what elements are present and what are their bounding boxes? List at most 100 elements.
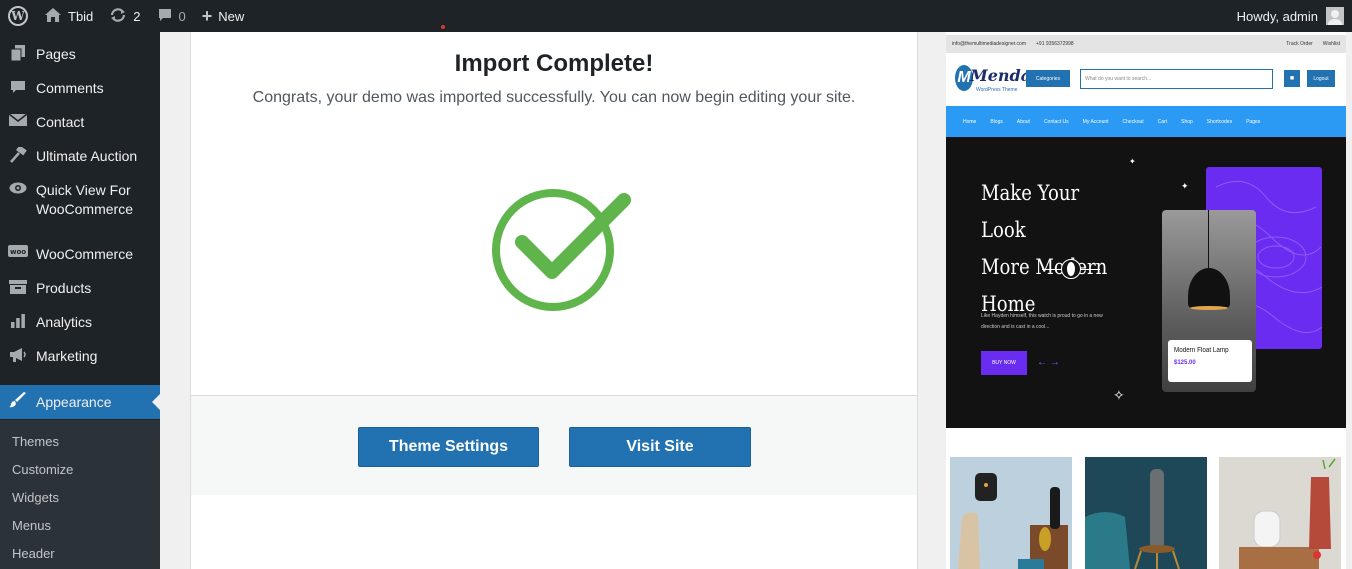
- sidebar-item-label: WooCommerce: [36, 246, 133, 262]
- preview-nav-item: Shop: [1181, 118, 1193, 125]
- comments-menu[interactable]: 0: [149, 0, 194, 32]
- new-content-menu[interactable]: + New: [194, 0, 253, 32]
- moon-icon: [1061, 259, 1081, 279]
- plus-icon: +: [201, 5, 213, 26]
- hammer-icon: [0, 145, 36, 168]
- comments-icon: [0, 79, 36, 100]
- preview-nav: Home Blogs About Contact Us My Account C…: [946, 106, 1346, 137]
- my-account-menu[interactable]: Howdy, admin: [1237, 0, 1352, 32]
- preview-topbar: info@themultimediadesigner.com +91 93563…: [946, 35, 1346, 53]
- product-thumbnail: [1085, 457, 1207, 569]
- sidebar-item-quick-view[interactable]: Quick View For WooCommerce: [0, 181, 160, 219]
- cart-icon: ■: [1284, 70, 1300, 87]
- avatar: [1326, 7, 1344, 25]
- site-name-menu[interactable]: Tbid: [36, 0, 101, 32]
- product-name: Modern Float Lamp: [1174, 347, 1229, 354]
- comments-count: 0: [178, 8, 186, 24]
- sidebar-item-label: Marketing: [36, 348, 98, 364]
- preview-logo-sub: WordPress Theme: [976, 87, 1018, 93]
- paintbrush-icon: [0, 391, 36, 413]
- sidebar-item-contact[interactable]: Contact: [0, 113, 160, 132]
- sidebar-item-label: Quick View For WooCommerce: [36, 182, 133, 217]
- site-name: Tbid: [68, 8, 94, 24]
- preview-nav-item: Blogs: [990, 118, 1003, 125]
- preview-logo-text: Menda: [970, 66, 1032, 85]
- sidebar-item-label: Contact: [36, 114, 85, 130]
- sidebar-item-label: Appearance: [36, 393, 112, 410]
- comment-bubble-icon: [157, 7, 173, 26]
- preview-email: info@themultimediadesigner.com: [952, 41, 1027, 47]
- sidebar-item-products[interactable]: Products: [0, 279, 160, 300]
- page-title: Import Complete!: [454, 50, 654, 77]
- wordpress-logo-menu[interactable]: W: [0, 0, 36, 32]
- preview-search: What do you want to search...: [1080, 69, 1273, 89]
- home-icon: [44, 7, 62, 26]
- bar-chart-icon: [0, 313, 36, 334]
- sparkle-icon: ✦: [1129, 157, 1136, 166]
- mail-icon: [0, 113, 36, 132]
- product-thumbnail: [950, 457, 1072, 569]
- buy-now-button: BUY NOW: [981, 351, 1027, 375]
- submenu-item-menus[interactable]: Menus: [12, 518, 51, 533]
- preview-nav-item: My Account: [1082, 118, 1109, 125]
- pages-icon: [0, 45, 36, 66]
- preview-track-order: Track Order: [1286, 41, 1313, 47]
- sidebar-item-comments[interactable]: Comments: [0, 79, 160, 100]
- sidebar-item-marketing[interactable]: Marketing: [0, 347, 160, 368]
- product-tag: Modern Float Lamp $125.00: [1168, 340, 1252, 382]
- howdy-text: Howdy, admin: [1236, 8, 1318, 24]
- sidebar-item-woocommerce[interactable]: woo WooCommerce: [0, 245, 160, 264]
- admin-sidebar: Pages Comments Contact Ultimate Auction …: [0, 32, 160, 569]
- archive-icon: [0, 279, 36, 300]
- eye-icon: [0, 181, 36, 199]
- hero-heading-line: More Modern: [981, 255, 1108, 279]
- preview-nav-item: Contact Us: [1043, 118, 1069, 125]
- preview-nav-item: Cart: [1157, 118, 1168, 125]
- new-label: New: [218, 8, 245, 24]
- preview-nav-item: Pages: [1246, 118, 1261, 125]
- page-subtitle: Congrats, your demo was imported success…: [252, 89, 856, 106]
- actions-area: Theme Settings Visit Site: [191, 395, 917, 495]
- sidebar-item-label: Ultimate Auction: [36, 148, 138, 164]
- preview-categories-button: Categories: [1026, 70, 1070, 87]
- theme-settings-button[interactable]: Theme Settings: [358, 427, 539, 467]
- submenu-item-header[interactable]: Header: [12, 546, 55, 561]
- sidebar-item-appearance[interactable]: Appearance: [0, 385, 160, 419]
- sidebar-item-analytics[interactable]: Analytics: [0, 313, 160, 334]
- submenu-item-themes[interactable]: Themes: [12, 434, 59, 449]
- sidebar-item-pages[interactable]: Pages: [0, 45, 160, 66]
- success-check-icon: [492, 189, 631, 311]
- sparkle-icon: ✦: [1181, 181, 1189, 191]
- preview-nav-item: Shortcodes: [1206, 118, 1233, 125]
- sidebar-item-ultimate-auction[interactable]: Ultimate Auction: [0, 145, 160, 168]
- preview-header: M Menda WordPress Theme Categories What …: [946, 53, 1346, 106]
- preview-nav-item: Checkout: [1122, 118, 1144, 125]
- hero-heading-line: Make Your Look: [981, 181, 1080, 242]
- updates-icon: [109, 7, 127, 26]
- theme-preview: info@themultimediadesigner.com +91 93563…: [946, 32, 1346, 569]
- preview-phone: +91 9356372998: [1036, 41, 1074, 47]
- import-complete-panel: Import Complete! Congrats, your demo was…: [190, 32, 918, 569]
- svg-text:woo: woo: [10, 248, 26, 256]
- sidebar-item-label: Pages: [36, 46, 76, 62]
- appearance-submenu: Themes Customize Widgets Menus Header: [0, 420, 160, 569]
- updates-menu[interactable]: 2: [101, 0, 148, 32]
- admin-bar: W Tbid 2 0 + New Howdy, admin: [0, 0, 1352, 32]
- sidebar-item-label: Comments: [36, 80, 104, 96]
- preview-logout-button: Logout: [1307, 70, 1335, 87]
- woo-icon: woo: [0, 245, 36, 264]
- visit-site-button[interactable]: Visit Site: [569, 427, 751, 467]
- submenu-item-customize[interactable]: Customize: [12, 462, 73, 477]
- preview-nav-item: About: [1016, 118, 1030, 125]
- sidebar-item-label: Analytics: [36, 314, 93, 330]
- product-price: $125.00: [1174, 360, 1196, 366]
- sidebar-item-label: Products: [36, 280, 92, 296]
- megaphone-icon: [0, 347, 36, 368]
- preview-wishlist: Wishlist: [1322, 41, 1340, 47]
- hero-heading: Make Your Look More Modern Home: [981, 175, 1110, 323]
- submenu-item-widgets[interactable]: Widgets: [12, 490, 59, 505]
- hero-text: Like Hayden himself, this watch is proud…: [981, 313, 1103, 330]
- notification-dot: [441, 25, 445, 29]
- sparkle-icon: ✧: [1113, 387, 1125, 403]
- slider-arrows-icon: ← →: [1037, 357, 1060, 368]
